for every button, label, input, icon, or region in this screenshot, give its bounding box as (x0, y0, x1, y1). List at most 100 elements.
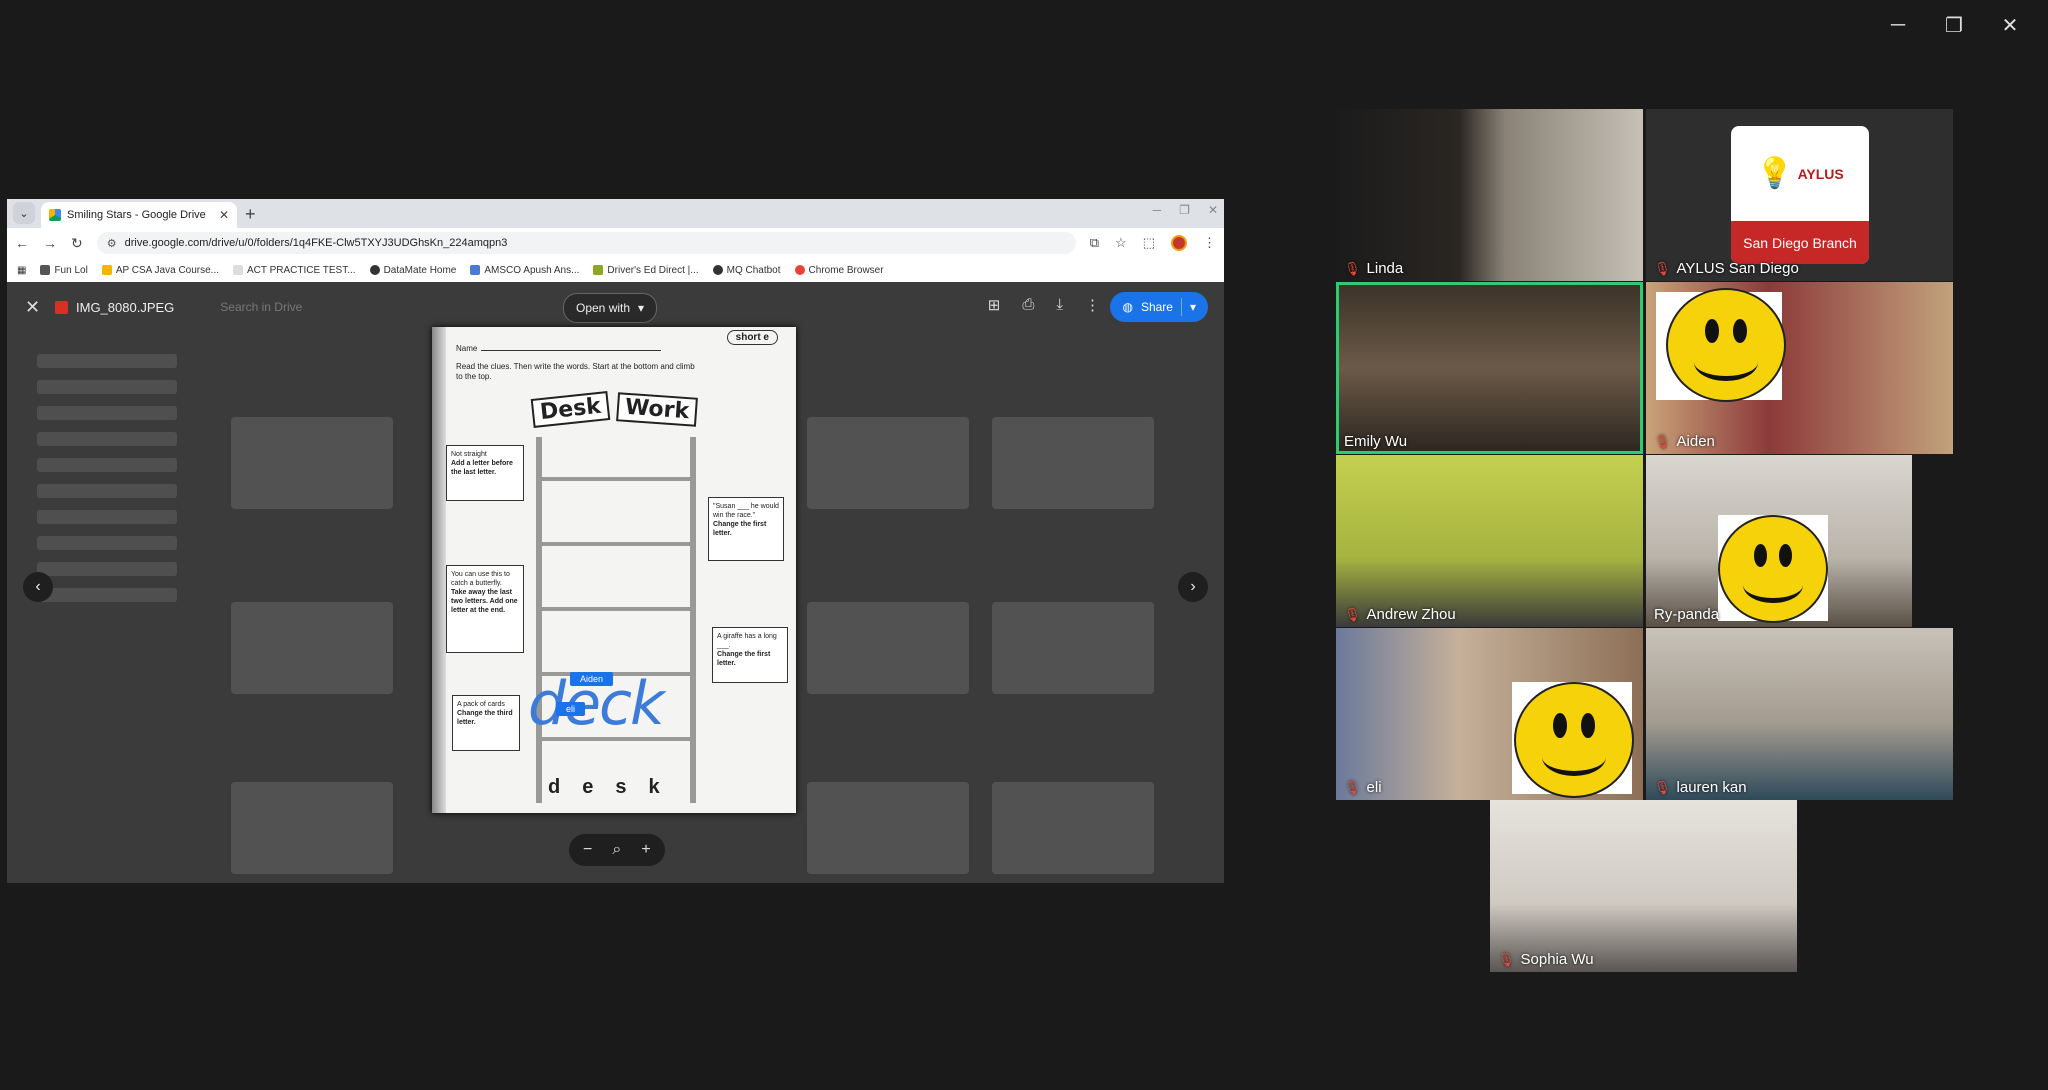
site-info-icon[interactable]: ⚙ (107, 237, 117, 250)
video-tile-active-speaker[interactable]: Emily Wu (1336, 282, 1643, 454)
extensions-icon[interactable]: ⬚ (1143, 235, 1155, 251)
bookmark-item[interactable]: Driver's Ed Direct |... (593, 265, 699, 276)
aylus-logo: 💡 AYLUS San Diego Branch (1731, 126, 1869, 264)
previous-image-button[interactable]: ‹ (23, 572, 53, 602)
name-line: Name (456, 344, 661, 353)
restore-icon[interactable]: ❐ (1926, 10, 1982, 40)
smiley-icon (1514, 682, 1634, 798)
video-tile[interactable]: 🎙 lauren kan (1646, 628, 1953, 800)
drive-image-viewer: ✕ IMG_8080.JPEG Search in Drive Open wit… (7, 282, 1224, 883)
print-icon[interactable]: ⎙ (1022, 296, 1034, 314)
bookmarks-bar: ▦ Fun Lol AP CSA Java Course... ACT PRAC… (7, 258, 1224, 283)
reload-icon[interactable]: ↻ (71, 235, 83, 252)
browser-menu-icon[interactable]: ⋮ (1203, 235, 1216, 251)
video-tile[interactable]: 🎙 Andrew Zhou (1336, 455, 1643, 627)
zoom-controls: − ⌕ + (569, 834, 665, 866)
globe-icon (369, 265, 380, 275)
browser-tab[interactable]: Smiling Stars - Google Drive ✕ (41, 202, 237, 228)
share-button[interactable]: ◍ Share ▾ (1110, 292, 1208, 322)
image-file-icon (55, 300, 68, 314)
drive-search-placeholder: Search in Drive (220, 300, 303, 314)
chrome-icon (794, 265, 805, 275)
window-controls: ─ ❐ ✕ (1870, 10, 2038, 40)
video-tile[interactable]: 🎙 Sophia Wu (1490, 800, 1797, 972)
tab-search-icon[interactable]: ⌄ (13, 202, 35, 224)
video-tile[interactable]: Ry-panda (1646, 455, 1912, 627)
forward-icon[interactable]: → (43, 235, 57, 251)
answer-letters: d e s k (548, 776, 660, 798)
back-icon[interactable]: ← (15, 235, 29, 251)
bookmark-favicon (233, 265, 244, 275)
bookmark-item[interactable]: DataMate Home (369, 265, 456, 276)
download-icon[interactable]: ⤓ (1056, 296, 1063, 314)
browser-restore-icon[interactable]: ❐ (1179, 203, 1190, 217)
bookmark-favicon (593, 265, 604, 275)
bookmark-favicon (101, 265, 112, 275)
mic-muted-icon: 🎙 (1654, 260, 1671, 276)
close-icon[interactable]: ✕ (1982, 10, 2038, 40)
bookmark-item[interactable]: Chrome Browser (794, 265, 884, 276)
address-bar[interactable]: ⚙ drive.google.com/drive/u/0/folders/1q4… (96, 232, 1076, 254)
video-tile[interactable]: 💡 AYLUS San Diego Branch 🎙 AYLUS San Diego (1646, 109, 1953, 281)
bookmark-item[interactable]: ACT PRACTICE TEST... (233, 265, 356, 276)
minimize-icon[interactable]: ─ (1870, 10, 1926, 40)
cursor-tag-eli: eli (556, 702, 586, 716)
clue-box: Not straight Add a letter before the last… (446, 445, 524, 501)
globe-icon (712, 265, 723, 275)
bookmark-item[interactable]: Fun Lol (40, 265, 88, 276)
bookmark-item[interactable]: AMSCO Apush Ans... (470, 265, 579, 276)
worksheet-instructions: Read the clues. Then write the words. St… (456, 362, 695, 381)
clue-box: "Susan ___ he would win the race." Change… (708, 497, 784, 561)
clue-box: A giraffe has a long ___. Change the firs… (712, 627, 788, 683)
bookmark-star-icon[interactable]: ☆ (1115, 235, 1127, 251)
zoom-icon[interactable]: ⌕ (612, 841, 621, 859)
shared-screen: ⌄ Smiling Stars - Google Drive ✕ + ─ ❐ ✕… (7, 199, 1224, 883)
add-comment-icon[interactable]: ⊞ (988, 296, 1001, 314)
title-desk: Desk (530, 391, 611, 428)
more-options-icon[interactable]: ⋮ (1085, 296, 1100, 314)
title-work: Work (616, 392, 698, 427)
share-dropdown-icon[interactable]: ▾ (1190, 300, 1196, 314)
globe-icon: ◍ (1122, 300, 1133, 314)
bookmark-favicon (470, 265, 481, 275)
browser-close-icon[interactable]: ✕ (1208, 203, 1218, 217)
open-with-button[interactable]: Open with ▾ (563, 293, 658, 323)
next-image-button[interactable]: › (1178, 572, 1208, 602)
smiley-icon (1666, 288, 1786, 402)
close-viewer-icon[interactable]: ✕ (25, 297, 55, 318)
clue-box: You can use this to catch a butterfly. Ta… (446, 565, 524, 653)
smiley-icon (1718, 515, 1828, 623)
video-tile[interactable]: 🎙 Linda (1336, 109, 1643, 281)
browser-window-controls: ─ ❐ ✕ (1153, 203, 1218, 217)
video-tile[interactable]: 🎙 eli (1336, 628, 1643, 800)
browser-minimize-icon[interactable]: ─ (1153, 203, 1162, 217)
profile-avatar[interactable] (1171, 235, 1187, 251)
clue-box: A pack of cards Change the third letter. (452, 695, 520, 751)
folder-icon (40, 265, 51, 275)
new-tab-button[interactable]: + (245, 204, 256, 225)
dropdown-icon: ▾ (638, 301, 645, 315)
tab-close-icon[interactable]: ✕ (219, 208, 229, 222)
zoom-in-icon[interactable]: + (641, 841, 650, 859)
omnibar: ← → ↻ ⚙ drive.google.com/drive/u/0/folde… (7, 228, 1224, 258)
mic-muted-icon: 🎙 (1654, 779, 1671, 795)
mic-muted-icon: 🎙 (1344, 606, 1361, 622)
video-tile[interactable]: 🎙 Aiden (1646, 282, 1953, 454)
zoom-out-icon[interactable]: − (583, 841, 592, 859)
bookmark-item[interactable]: MQ Chatbot (712, 265, 781, 276)
apps-grid-icon[interactable]: ▦ (17, 265, 26, 276)
google-drive-icon (49, 209, 61, 221)
mic-muted-icon: 🎙 (1498, 951, 1515, 967)
mic-muted-icon: 🎙 (1344, 260, 1361, 276)
file-title: IMG_8080.JPEG (55, 300, 174, 315)
browser-tab-strip: ⌄ Smiling Stars - Google Drive ✕ + ─ ❐ ✕ (7, 199, 1224, 228)
bookmark-item[interactable]: AP CSA Java Course... (101, 265, 219, 276)
worksheet-label: short e (726, 330, 778, 345)
mic-muted-icon: 🎙 (1654, 433, 1671, 449)
url-text: drive.google.com/drive/u/0/folders/1q4FK… (124, 237, 508, 249)
viewer-actions: ⊞ ⎙ ⤓ ⋮ (988, 296, 1100, 314)
tab-title: Smiling Stars - Google Drive (67, 209, 206, 221)
lightbulb-icon: 💡 (1756, 157, 1794, 190)
worksheet-image: short e Name Read the clues. Then write … (432, 327, 796, 813)
install-app-icon[interactable]: ⧉ (1090, 235, 1099, 251)
